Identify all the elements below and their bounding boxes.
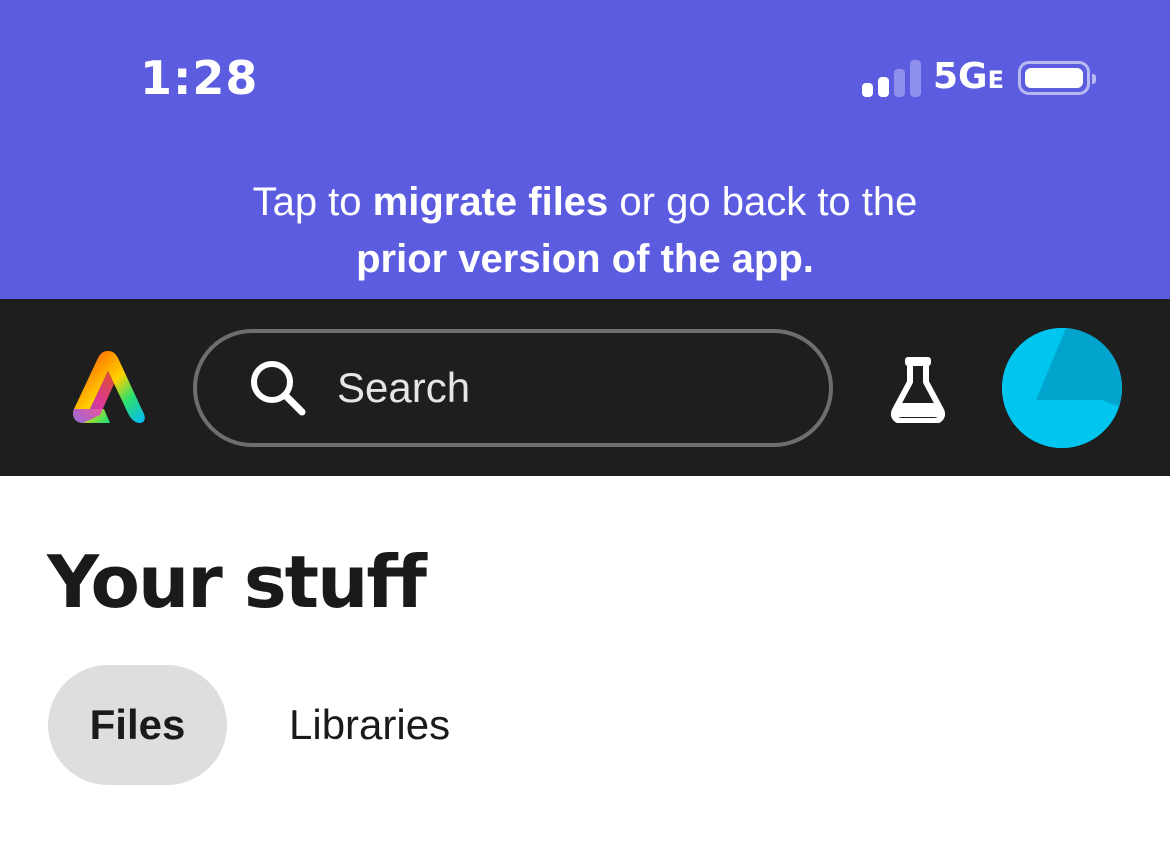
status-indicators: 5GE — [861, 55, 1096, 98]
tab-bar: Files Libraries — [48, 665, 492, 785]
migration-message[interactable]: Tap to migrate files or go back to the p… — [0, 174, 1170, 288]
banner-text: or go back to the — [608, 180, 918, 224]
flask-icon[interactable] — [888, 355, 948, 423]
app-screen: 1:28 5GE Tap to migrate files or go back… — [0, 0, 1170, 863]
migration-banner: 1:28 5GE Tap to migrate files or go back… — [0, 0, 1170, 299]
migrate-files-link[interactable]: migrate files — [373, 180, 609, 224]
adobe-express-logo-icon[interactable] — [70, 349, 146, 425]
tab-libraries[interactable]: Libraries — [247, 665, 492, 785]
banner-text: Tap to — [252, 180, 373, 224]
status-time: 1:28 — [140, 51, 259, 105]
avatar[interactable] — [1002, 328, 1122, 448]
search-input[interactable]: Search — [337, 364, 470, 412]
tab-files[interactable]: Files — [48, 665, 227, 785]
app-header: Search — [0, 299, 1170, 476]
banner-text: . — [802, 237, 814, 281]
prior-version-link[interactable]: prior version of the app — [356, 237, 803, 281]
battery-icon — [1018, 61, 1096, 95]
search-icon — [251, 361, 306, 416]
page-title: Your stuff — [47, 540, 427, 624]
network-type: 5GE — [932, 55, 1004, 97]
search-bar[interactable]: Search — [193, 329, 833, 447]
cellular-signal-icon — [861, 59, 921, 97]
